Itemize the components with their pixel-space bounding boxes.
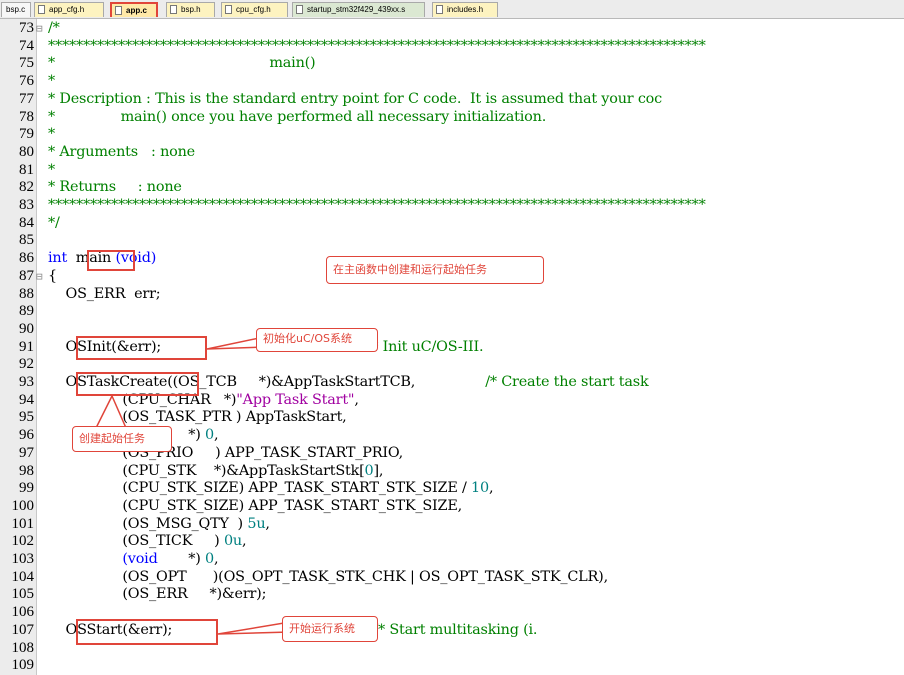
callout-text: 初始化uC/OS系统 — [263, 332, 352, 345]
callout-text: 开始运行系统 — [289, 622, 355, 635]
callout-main: 在主函数中创建和运行起始任务 — [326, 256, 544, 284]
callout-start: 开始运行系统 — [282, 616, 378, 642]
callout-arrows — [94, 336, 291, 635]
callout-create: 创建起始任务 — [72, 426, 172, 452]
callout-text: 在主函数中创建和运行起始任务 — [333, 263, 487, 276]
callout-init: 初始化uC/OS系统 — [256, 328, 378, 352]
callout-text: 创建起始任务 — [79, 432, 145, 445]
